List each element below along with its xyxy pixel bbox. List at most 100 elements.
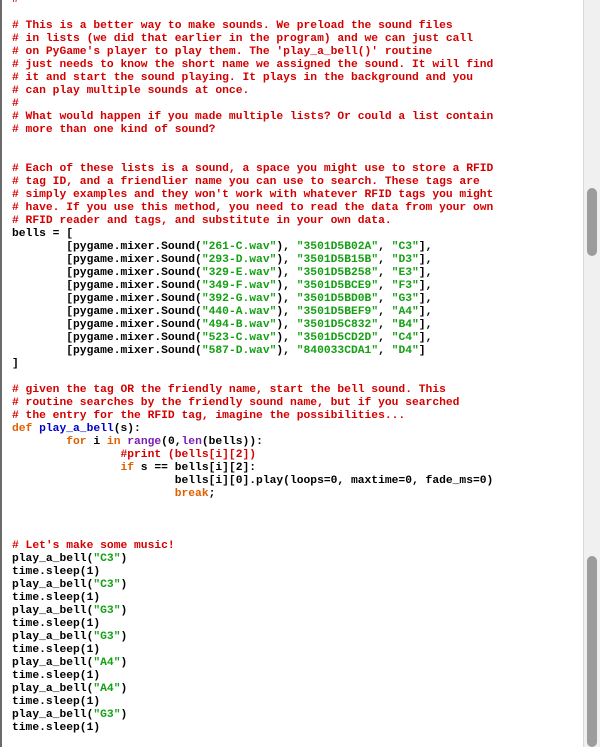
code-token: s == bells[i][2]:: [134, 462, 257, 474]
code-token: "329-E.wav": [201, 267, 277, 279]
code-token: time.sleep(1): [12, 592, 101, 604]
code-line: play_a_bell("G3"): [12, 709, 493, 722]
code-line: play_a_bell("A4"): [12, 657, 493, 670]
code-token: "840033CDA1": [296, 345, 379, 357]
code-token: "3501D5BCE9": [296, 280, 379, 292]
code-line: #print (bells[i][2]): [12, 449, 493, 462]
code-line: # This is a better way to make sounds. W…: [12, 20, 493, 33]
vertical-scrollbar[interactable]: [583, 0, 600, 747]
code-token: # What would happen if you made multiple…: [12, 111, 494, 123]
code-token: ): [120, 683, 128, 695]
code-token: "261-C.wav": [201, 241, 277, 253]
code-token: [pygame.mixer.Sound(: [12, 306, 202, 318]
code-line: for i in range(0,len(bells)):: [12, 436, 493, 449]
code-token: [pygame.mixer.Sound(: [12, 332, 202, 344]
code-line: # can play multiple sounds at once.: [12, 85, 493, 98]
code-token: ;: [208, 488, 216, 500]
code-token: bells = [: [12, 228, 74, 240]
code-token: time.sleep(1): [12, 618, 101, 630]
code-token: "G3": [93, 605, 121, 617]
code-token: # the entry for the RFID tag, imagine th…: [12, 410, 406, 422]
code-token: "G3": [391, 293, 419, 305]
code-token: [pygame.mixer.Sound(: [12, 293, 202, 305]
code-token: ,: [378, 280, 392, 292]
code-line: # tag ID, and a friendlier name you can …: [12, 176, 493, 189]
code-token: time.sleep(1): [12, 670, 101, 682]
code-token: "3501D5BEF9": [296, 306, 379, 318]
code-token: # Let's make some music!: [12, 540, 175, 552]
code-token: ): [120, 657, 128, 669]
code-line: # in lists (we did that earlier in the p…: [12, 33, 493, 46]
code-line: # it and start the sound playing. It pla…: [12, 72, 493, 85]
code-line: [pygame.mixer.Sound("587-D.wav"), "84003…: [12, 345, 493, 358]
code-token: time.sleep(1): [12, 566, 101, 578]
code-line: # --------------------------------------…: [12, 0, 493, 7]
code-token: time.sleep(1): [12, 644, 101, 656]
code-token: "A4": [93, 683, 121, 695]
code-token: ],: [418, 267, 433, 279]
code-token: "D4": [391, 345, 419, 357]
code-token: # in lists (we did that earlier in the p…: [12, 33, 473, 45]
code-token: ],: [418, 241, 433, 253]
code-token: "3501D5CD2D": [296, 332, 379, 344]
code-line: time.sleep(1): [12, 618, 493, 631]
code-line: play_a_bell("A4"): [12, 683, 493, 696]
code-token: "C3": [93, 579, 121, 591]
code-line: # RFID reader and tags, and substitute i…: [12, 215, 493, 228]
code-token: # it and start the sound playing. It pla…: [12, 72, 473, 84]
code-line: time.sleep(1): [12, 722, 493, 735]
code-token: ),: [276, 345, 297, 357]
code-token: ),: [276, 319, 297, 331]
code-line: play_a_bell("C3"): [12, 579, 493, 592]
code-token: [pygame.mixer.Sound(: [12, 241, 202, 253]
code-token: ): [120, 709, 128, 721]
code-token: ],: [418, 306, 433, 318]
code-token: (bells)):: [201, 436, 263, 448]
code-token: [pygame.mixer.Sound(: [12, 345, 202, 357]
code-token: # can play multiple sounds at once.: [12, 85, 250, 97]
code-token: play_a_bell(: [12, 709, 94, 721]
code-line: break;: [12, 488, 493, 501]
code-token: play_a_bell(: [12, 579, 94, 591]
code-line: play_a_bell("C3"): [12, 553, 493, 566]
code-token: "3501D5B02A": [296, 241, 379, 253]
code-token: play_a_bell(: [12, 553, 94, 565]
code-token: # routine searches by the friendly sound…: [12, 397, 460, 409]
code-text-area[interactable]: # --------------------------------------…: [12, 0, 493, 735]
code-line: [pygame.mixer.Sound("261-C.wav"), "3501D…: [12, 241, 493, 254]
code-line: time.sleep(1): [12, 566, 493, 579]
code-editor[interactable]: # --------------------------------------…: [0, 0, 583, 747]
code-token: # tag ID, and a friendlier name you can …: [12, 176, 480, 188]
code-token: ],: [418, 254, 433, 266]
code-token: ): [120, 605, 128, 617]
code-token: ]: [418, 345, 426, 357]
code-line: # have. If you use this method, you need…: [12, 202, 493, 215]
code-token: if: [120, 462, 135, 474]
code-line: bells = [: [12, 228, 493, 241]
code-line: [pygame.mixer.Sound("523-C.wav"), "3501D…: [12, 332, 493, 345]
code-token: ,: [378, 267, 392, 279]
code-line: [pygame.mixer.Sound("392-G.wav"), "3501D…: [12, 293, 493, 306]
code-token: time.sleep(1): [12, 722, 101, 734]
code-token: # --------------------------------------…: [12, 0, 433, 6]
code-token: [pygame.mixer.Sound(: [12, 254, 202, 266]
code-token: #print (bells[i][2]): [120, 449, 257, 461]
code-token: ): [120, 553, 128, 565]
code-token: # simply examples and they won't work wi…: [12, 189, 494, 201]
scrollbar-thumb-lower[interactable]: [587, 556, 597, 747]
code-token: [pygame.mixer.Sound(: [12, 319, 202, 331]
code-token: ],: [418, 280, 433, 292]
code-token: i: [86, 436, 107, 448]
code-token: "A4": [93, 657, 121, 669]
code-token: "349-F.wav": [201, 280, 277, 292]
code-token: play_a_bell(: [12, 657, 94, 669]
code-token: ],: [418, 293, 433, 305]
code-token: break: [174, 488, 209, 500]
scrollbar-thumb-upper[interactable]: [587, 188, 597, 256]
code-line: #: [12, 98, 493, 111]
